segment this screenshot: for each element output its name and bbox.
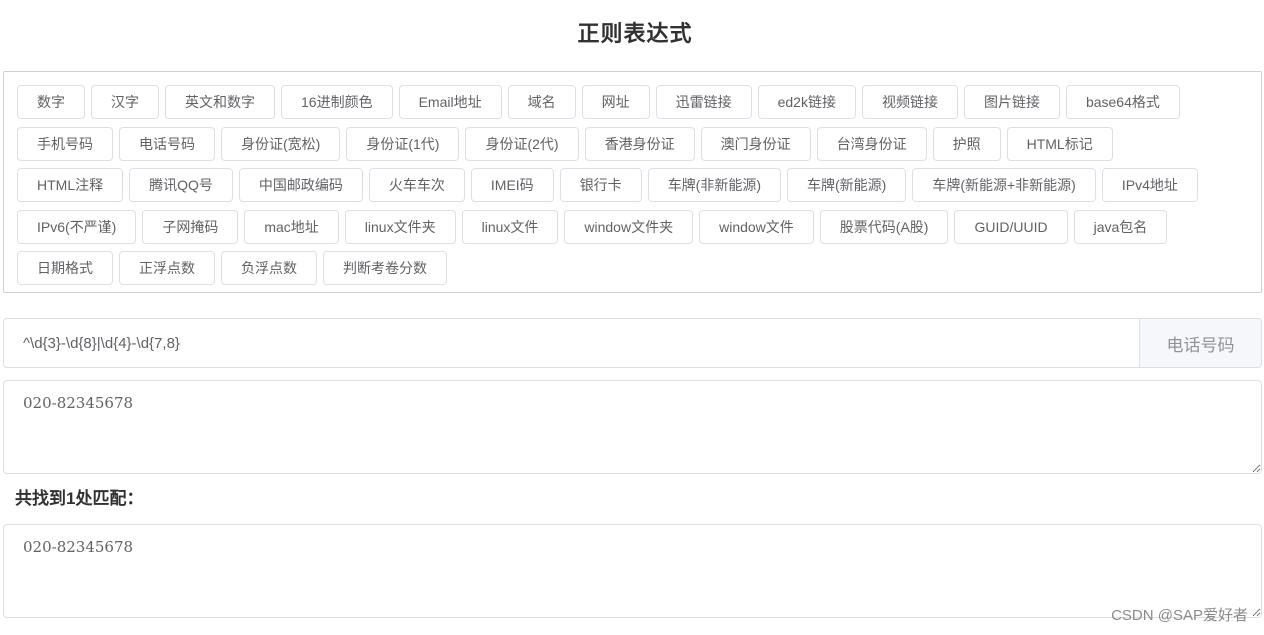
preset-button[interactable]: 身份证(宽松) [221, 126, 341, 161]
preset-button[interactable]: 电话号码 [119, 126, 215, 161]
preset-button[interactable]: linux文件夹 [344, 209, 456, 244]
preset-button[interactable]: 车牌(新能源+非新能源) [912, 168, 1096, 202]
preset-button[interactable]: 护照 [932, 126, 1001, 161]
preset-button[interactable]: 火车车次 [368, 168, 465, 202]
preset-button-row: 日期格式 正浮点数 负浮点数 判断考卷分数 [17, 251, 1261, 293]
preset-button[interactable]: 判断考卷分数 [323, 251, 447, 285]
preset-button[interactable]: IPv4地址 [1101, 168, 1198, 202]
preset-button[interactable]: 视频链接 [861, 85, 958, 119]
preset-button[interactable]: 中国邮政编码 [238, 168, 363, 202]
preset-button[interactable]: GUID/UUID [954, 209, 1068, 244]
preset-button-row: 数字 汉字 英文和数字 16进制颜色 Email地址 域名 网址 迅雷链接 ed2k链接 视频链接… [17, 85, 1261, 127]
regex-type-label: 电话号码 [1139, 319, 1261, 367]
preset-button[interactable]: linux文件 [461, 209, 559, 244]
preset-button[interactable]: 汉字 [91, 85, 159, 119]
preset-button[interactable]: 澳门身份证 [700, 126, 811, 161]
preset-button[interactable]: IPv6(不严谨) [17, 209, 137, 244]
preset-button[interactable]: Email地址 [398, 85, 502, 119]
preset-button[interactable]: ed2k链接 [757, 85, 856, 119]
preset-button[interactable]: 银行卡 [559, 168, 642, 202]
match-result-output[interactable]: 020-82345678 [3, 524, 1262, 618]
preset-button[interactable]: base64格式 [1065, 85, 1180, 119]
preset-button[interactable]: 日期格式 [17, 251, 113, 285]
preset-button[interactable]: window文件夹 [564, 209, 694, 244]
preset-button[interactable]: 股票代码(A股) [819, 209, 949, 244]
watermark: CSDN @SAP爱好者 [1111, 607, 1248, 624]
preset-button[interactable]: mac地址 [244, 209, 339, 244]
regex-input[interactable] [4, 319, 1139, 367]
preset-button[interactable]: 台湾身份证 [816, 126, 927, 161]
preset-button[interactable]: 负浮点数 [221, 251, 317, 285]
preset-button[interactable]: HTML注释 [17, 168, 124, 202]
preset-button-row: IPv6(不严谨) 子网掩码 mac地址 linux文件夹 linux文件 window文… [17, 209, 1261, 252]
preset-button[interactable]: 身份证(2代) [465, 126, 579, 161]
preset-button[interactable]: HTML标记 [1006, 126, 1113, 161]
preset-button[interactable]: 图片链接 [963, 85, 1060, 119]
preset-button[interactable]: java包名 [1073, 209, 1168, 244]
preset-button[interactable]: 网址 [581, 85, 650, 119]
regex-tool-page: 正则表达式 数字 汉字 英文和数字 16进制颜色 Email地址 域名 网址 迅雷链接 ed2k… [0, 0, 1264, 635]
preset-button[interactable]: IMEI码 [470, 168, 554, 202]
source-text-input[interactable]: 020-82345678 [3, 380, 1262, 474]
preset-button[interactable]: 英文和数字 [165, 85, 275, 119]
preset-button[interactable]: 正浮点数 [119, 251, 215, 285]
page-title: 正则表达式 [577, 21, 693, 46]
preset-button[interactable]: 迅雷链接 [655, 85, 752, 119]
preset-button[interactable]: window文件 [699, 209, 814, 244]
preset-button[interactable]: 子网掩码 [142, 209, 239, 244]
preset-button-panel: 数字 汉字 英文和数字 16进制颜色 Email地址 域名 网址 迅雷链接 ed2k链接 视频链接… [3, 71, 1262, 293]
preset-button[interactable]: 车牌(新能源) [787, 168, 907, 202]
preset-button[interactable]: 数字 [17, 85, 85, 119]
match-count-label: 共找到1处匹配： [15, 489, 144, 508]
regex-input-group: 电话号码 [3, 318, 1262, 368]
preset-button[interactable]: 车牌(非新能源) [647, 168, 782, 202]
preset-button-row: 手机号码 电话号码 身份证(宽松) 身份证(1代) 身份证(2代) 香港身份证 澳门身份证台… [17, 126, 1261, 169]
preset-button[interactable]: 域名 [507, 85, 576, 119]
preset-button[interactable]: 手机号码 [17, 126, 113, 161]
preset-button[interactable]: 腾讯QQ号 [129, 168, 233, 202]
preset-button[interactable]: 身份证(1代) [346, 126, 460, 161]
preset-button[interactable]: 香港身份证 [584, 126, 695, 161]
preset-button-row: HTML注释 腾讯QQ号 中国邮政编码 火车车次 IMEI码 银行卡 车牌(非新能源) 车牌(… [17, 168, 1261, 210]
preset-button[interactable]: 16进制颜色 [281, 85, 393, 119]
